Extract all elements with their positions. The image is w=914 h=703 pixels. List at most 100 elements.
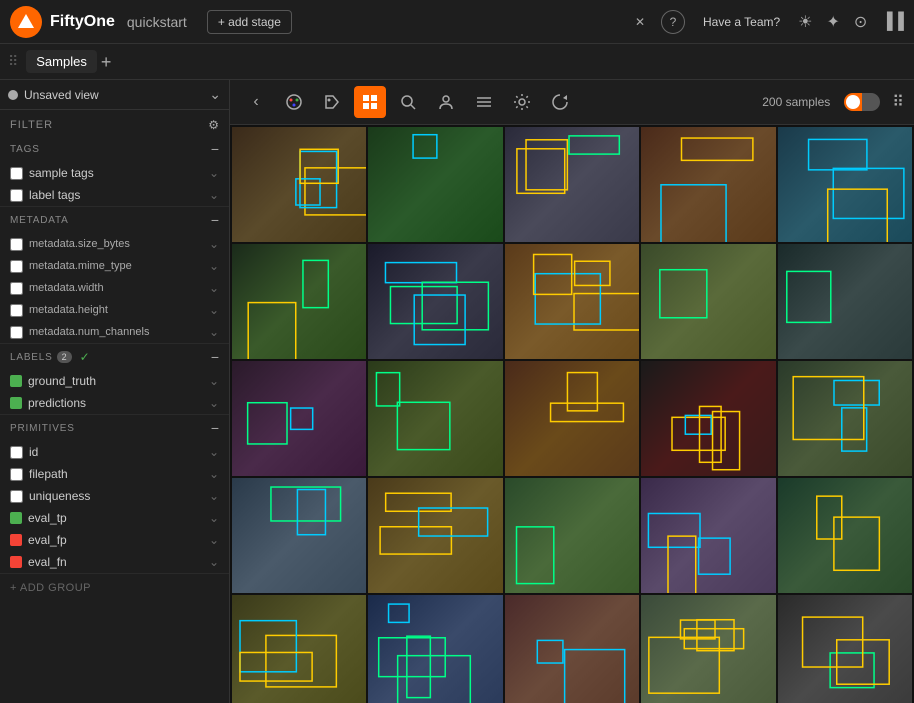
sidebar-item-filepath[interactable]: filepath ⌄ — [0, 463, 229, 485]
tags-section: TAGS − sample tags ⌄ label tags ⌄ — [0, 136, 229, 207]
content-area: ‹ 2 — [230, 80, 914, 703]
mime-type-label: metadata.mime_type — [29, 260, 203, 272]
primitives-section: PRIMITIVES − id ⌄ filepath ⌄ uniqueness … — [0, 415, 229, 574]
top-bar: FiftyOne quickstart + add stage ✕ ? Have… — [0, 0, 914, 44]
grid-item[interactable] — [505, 361, 639, 476]
label-tags-checkbox[interactable] — [10, 189, 23, 202]
sidebar-item-height[interactable]: metadata.height ⌄ — [0, 299, 229, 321]
unsaved-view-row[interactable]: Unsaved view ⌄ — [0, 80, 229, 110]
grid-item[interactable] — [232, 244, 366, 359]
sidebar-item-mime-type[interactable]: metadata.mime_type ⌄ — [0, 255, 229, 277]
id-checkbox[interactable] — [10, 446, 23, 459]
sidebar-item-id[interactable]: id ⌄ — [0, 441, 229, 463]
grid-view-button[interactable] — [354, 86, 386, 118]
sample-tags-checkbox[interactable] — [10, 167, 23, 180]
add-group-button[interactable]: + ADD GROUP — [0, 574, 229, 602]
eval-tp-indicator — [10, 512, 22, 524]
unsaved-view-chevron[interactable]: ⌄ — [209, 86, 221, 103]
sun-icon[interactable]: ☀ — [798, 12, 812, 32]
menu-icon[interactable]: ▐▐ — [881, 13, 904, 31]
labels-collapse-icon[interactable]: − — [211, 349, 219, 365]
grid-item[interactable] — [368, 595, 502, 703]
person-button[interactable] — [430, 86, 462, 118]
samples-tab[interactable]: Samples — [26, 50, 97, 73]
grid-item[interactable] — [505, 595, 639, 703]
grid-item[interactable] — [368, 244, 502, 359]
grid-settings-icon[interactable]: ✦ — [827, 12, 840, 32]
grid-item[interactable] — [641, 127, 775, 242]
sidebar-item-label-tags[interactable]: label tags ⌄ — [0, 184, 229, 206]
list-view-button[interactable] — [468, 86, 500, 118]
prev-button[interactable]: ‹ — [240, 86, 272, 118]
sample-tags-chevron[interactable]: ⌄ — [209, 166, 219, 180]
add-stage-button[interactable]: + add stage — [207, 10, 292, 34]
size-bytes-checkbox[interactable] — [10, 238, 23, 251]
grid-item[interactable] — [505, 127, 639, 242]
grid-item[interactable] — [232, 361, 366, 476]
grid-item[interactable] — [368, 361, 502, 476]
grid-item[interactable] — [232, 127, 366, 242]
ai-button[interactable] — [544, 86, 576, 118]
toggle-knob — [846, 95, 860, 109]
image-grid — [230, 125, 914, 703]
project-name: quickstart — [127, 14, 187, 30]
tags-collapse-icon[interactable]: − — [211, 141, 219, 157]
grid-item[interactable] — [641, 595, 775, 703]
tags-title: TAGS — [10, 144, 40, 155]
height-checkbox[interactable] — [10, 304, 23, 317]
sidebar-item-predictions[interactable]: predictions ⌄ — [0, 392, 229, 414]
sidebar-item-uniqueness[interactable]: uniqueness ⌄ — [0, 485, 229, 507]
grid-item[interactable] — [778, 127, 912, 242]
app-name: FiftyOne — [50, 13, 115, 31]
sidebar-item-size-bytes[interactable]: metadata.size_bytes ⌄ — [0, 233, 229, 255]
settings-button[interactable] — [506, 86, 538, 118]
filter-settings-icon[interactable]: ⚙ — [208, 118, 219, 132]
tag-button[interactable] — [316, 86, 348, 118]
mime-type-checkbox[interactable] — [10, 260, 23, 273]
sample-count: 200 samples — [762, 95, 830, 109]
grid-item[interactable] — [232, 478, 366, 593]
help-button[interactable]: ? — [661, 10, 685, 34]
eval-fp-indicator — [10, 534, 22, 546]
grid-item[interactable] — [641, 361, 775, 476]
grid-item[interactable] — [778, 478, 912, 593]
grid-item[interactable] — [368, 478, 502, 593]
label-tags-chevron[interactable]: ⌄ — [209, 188, 219, 202]
metadata-collapse-icon[interactable]: − — [211, 212, 219, 228]
grid-item[interactable] — [778, 244, 912, 359]
close-icon[interactable]: ✕ — [635, 15, 645, 29]
eval-fp-label: eval_fp — [28, 533, 203, 547]
grid-item[interactable] — [505, 244, 639, 359]
sidebar-item-width[interactable]: metadata.width ⌄ — [0, 277, 229, 299]
label-tags-label: label tags — [29, 188, 203, 202]
sidebar-item-ground-truth[interactable]: ground_truth ⌄ — [0, 370, 229, 392]
num-channels-checkbox[interactable] — [10, 326, 23, 339]
sidebar-item-eval-fn[interactable]: eval_fn ⌄ — [0, 551, 229, 573]
add-tab-button[interactable]: + — [101, 53, 112, 71]
primitives-title: PRIMITIVES — [10, 423, 75, 434]
grid-item[interactable] — [778, 361, 912, 476]
grid-dots-icon[interactable]: ⠿ — [892, 92, 904, 112]
view-toggle[interactable] — [844, 93, 880, 111]
grid-item[interactable] — [232, 595, 366, 703]
github-icon[interactable]: ⊙ — [854, 12, 867, 32]
sidebar-item-eval-fp[interactable]: eval_fp ⌄ — [0, 529, 229, 551]
size-bytes-label: metadata.size_bytes — [29, 238, 203, 250]
grid-item[interactable] — [505, 478, 639, 593]
filepath-checkbox[interactable] — [10, 468, 23, 481]
grid-item[interactable] — [368, 127, 502, 242]
unsaved-view-label: Unsaved view — [24, 88, 203, 102]
color-palette-button[interactable] — [278, 86, 310, 118]
grid-item[interactable] — [778, 595, 912, 703]
sidebar-item-sample-tags[interactable]: sample tags ⌄ — [0, 162, 229, 184]
id-label: id — [29, 445, 203, 459]
primitives-collapse-icon[interactable]: − — [211, 420, 219, 436]
search-button[interactable] — [392, 86, 424, 118]
grid-item[interactable] — [641, 244, 775, 359]
uniqueness-checkbox[interactable] — [10, 490, 23, 503]
grid-item[interactable] — [641, 478, 775, 593]
width-checkbox[interactable] — [10, 282, 23, 295]
toggle-track[interactable] — [844, 93, 880, 111]
sidebar-item-num-channels[interactable]: metadata.num_channels ⌄ — [0, 321, 229, 343]
sidebar-item-eval-tp[interactable]: eval_tp ⌄ — [0, 507, 229, 529]
